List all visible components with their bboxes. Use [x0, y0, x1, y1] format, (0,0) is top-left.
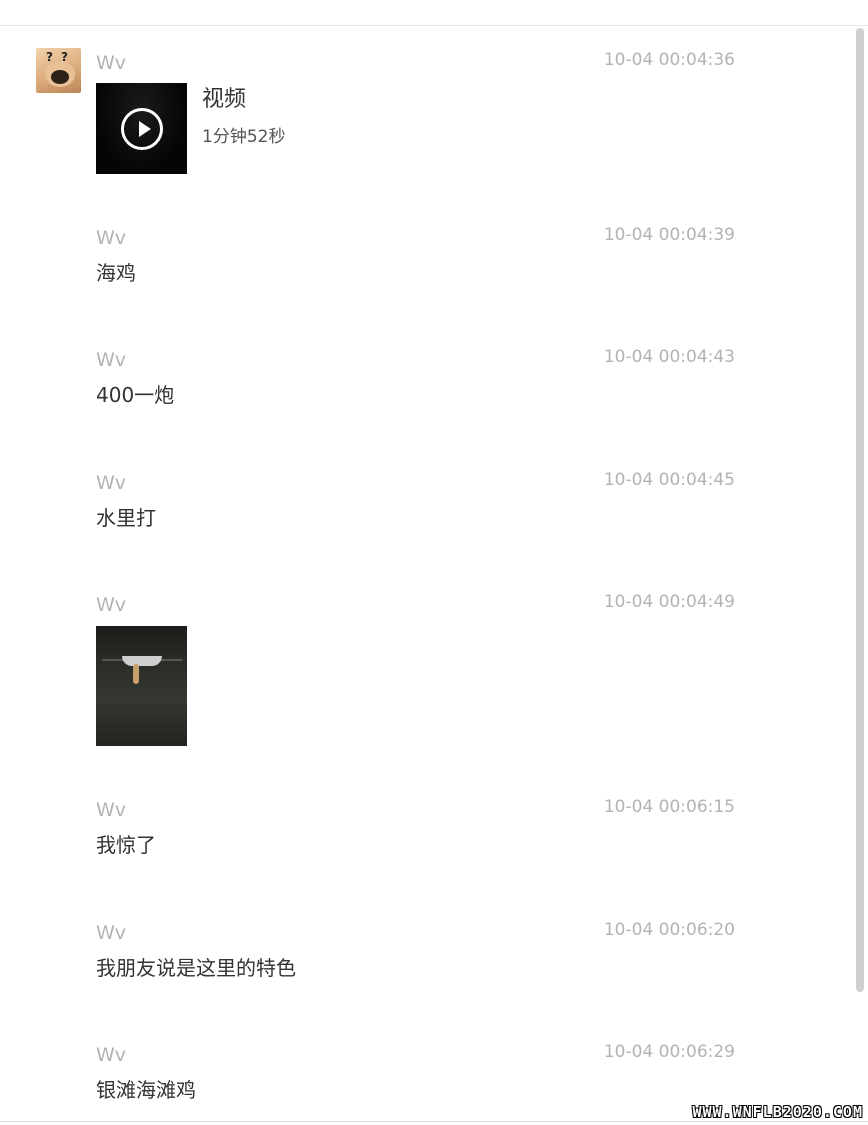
sender-name: Wv: [96, 227, 127, 249]
message-time: 10-04 00:04:43: [603, 347, 735, 367]
scrollbar[interactable]: [855, 26, 865, 1121]
message-time: 10-04 00:04:39: [603, 225, 735, 245]
sender-name: Wv: [96, 349, 127, 371]
message-time: 10-04 00:04:36: [603, 50, 735, 70]
message-text: 海鸡: [96, 261, 136, 285]
sender-name: Wv: [96, 472, 127, 494]
watermark: WWW.WNFLB2020.COM: [692, 1103, 863, 1121]
bottom-divider: [0, 1121, 868, 1122]
photo-boat: [122, 656, 162, 666]
avatar-question-mark-left: ?: [46, 50, 53, 64]
video-duration: 1分钟52秒: [202, 127, 286, 147]
avatar-question-mark-right: ?: [61, 50, 68, 64]
photo-person: [133, 664, 139, 684]
message-list[interactable]: ? ? Wv 10-04 00:04:36 视频 1分钟52秒 Wv 10-04…: [0, 26, 852, 1121]
avatar-dog-nose: [51, 70, 69, 84]
message-text: 水里打: [96, 506, 156, 530]
video-title: 视频: [202, 87, 247, 112]
message-time: 10-04 00:06:20: [603, 920, 735, 940]
message-time: 10-04 00:06:29: [603, 1042, 735, 1062]
message-time: 10-04 00:04:45: [603, 470, 735, 490]
message-text: 我惊了: [96, 833, 156, 857]
sender-name: Wv: [96, 594, 127, 616]
play-circle-icon[interactable]: [121, 108, 163, 150]
video-thumbnail[interactable]: [96, 83, 187, 174]
message-time: 10-04 00:04:49: [603, 592, 735, 612]
sender-name: Wv: [96, 922, 127, 944]
sender-name: Wv: [96, 1044, 127, 1066]
message-text: 我朋友说是这里的特色: [96, 956, 296, 980]
message-text: 银滩海滩鸡: [96, 1078, 196, 1102]
message-text: 400一炮: [96, 383, 175, 407]
play-triangle: [139, 121, 151, 137]
image-thumbnail[interactable]: [96, 626, 187, 746]
message-time: 10-04 00:06:15: [603, 797, 735, 817]
sender-name: Wv: [96, 52, 127, 74]
sender-name: Wv: [96, 799, 127, 821]
scrollbar-thumb[interactable]: [856, 28, 864, 992]
avatar[interactable]: ? ?: [36, 48, 81, 93]
